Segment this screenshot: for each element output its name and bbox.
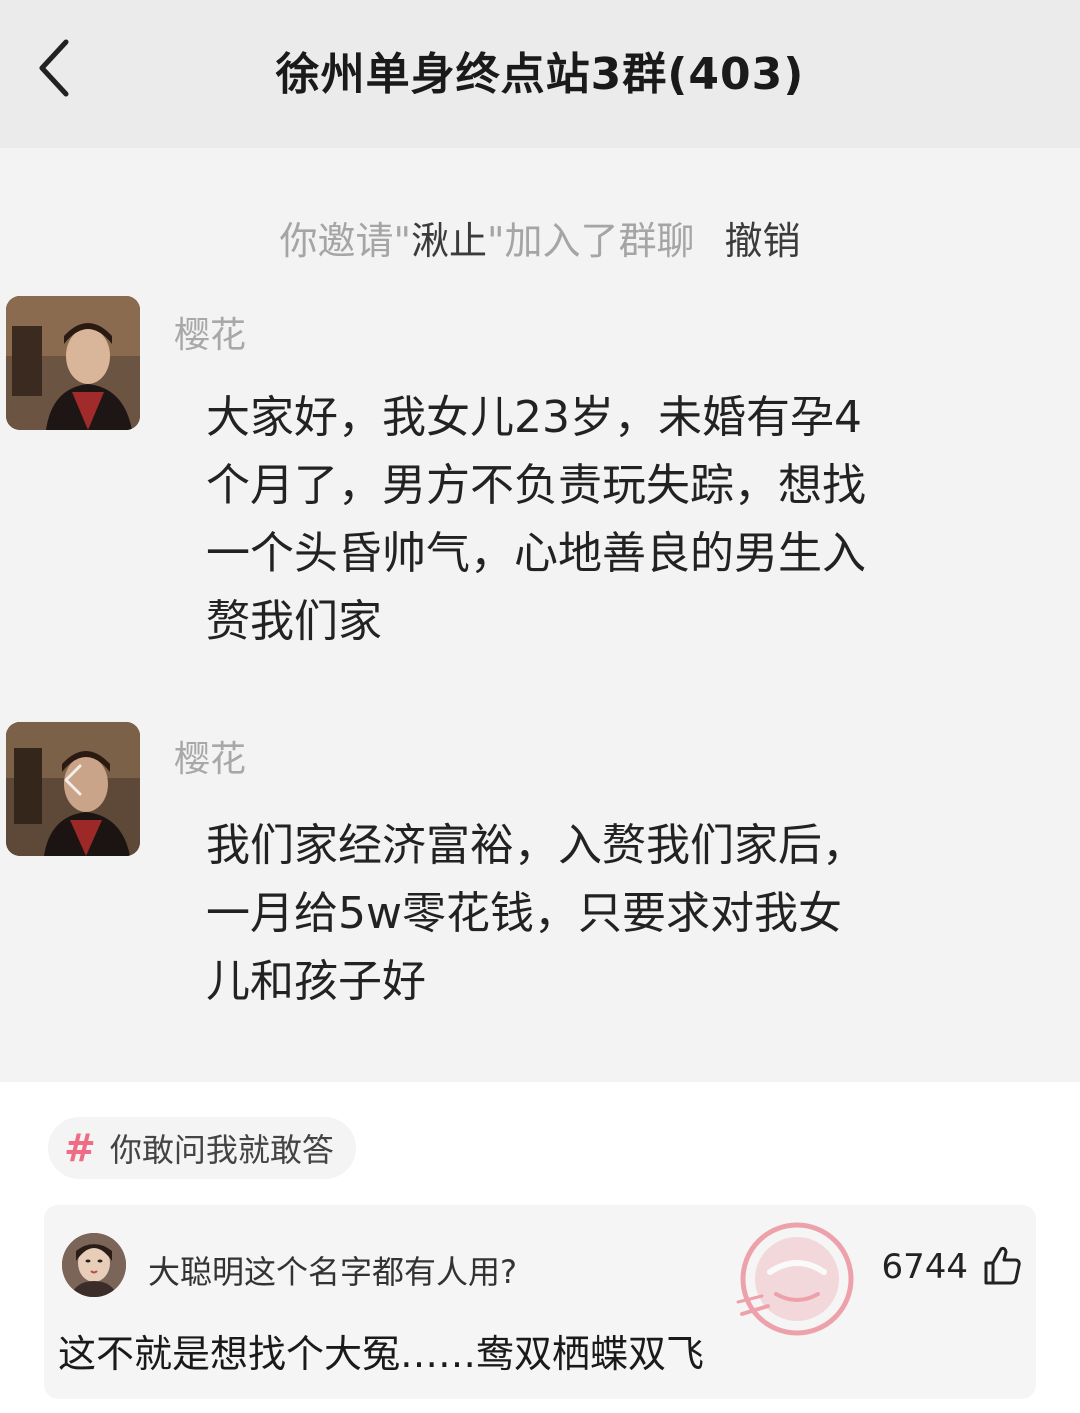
- watermark-seal-graphic: [736, 1222, 854, 1336]
- system-notice: 你邀请"湫止"加入了群聊 撤销: [0, 210, 1080, 265]
- topic-label: 你敢问我就敢答: [109, 1131, 334, 1169]
- sender-avatar[interactable]: [6, 722, 140, 856]
- comment-question: 大聪明这个名字都有人用?: [148, 1253, 517, 1291]
- navigation-bar: 徐州单身终点站3群(403): [0, 0, 1080, 148]
- sender-name: 樱花: [174, 315, 247, 356]
- notice-suffix: "加入了群聊: [487, 219, 695, 263]
- hashtag-icon: #: [64, 1126, 96, 1170]
- like-count: 6744: [881, 1247, 968, 1287]
- topic-tag[interactable]: # 你敢问我就敢答: [48, 1117, 356, 1179]
- sender-avatar[interactable]: [6, 296, 140, 430]
- like-button[interactable]: [980, 1243, 1024, 1287]
- notice-prefix: 你邀请": [279, 219, 411, 263]
- chevron-left-icon: [64, 764, 82, 796]
- sender-name: 樱花: [174, 739, 247, 780]
- comment-answer: 这不就是想找个大冤……鸯双栖蝶双飞: [58, 1332, 705, 1376]
- message-text: 大家好，我女儿23岁，未婚有孕4 个月了，男方不负责玩失踪，想找 一个头昏帅气，…: [206, 392, 866, 647]
- comment-card[interactable]: 大聪明这个名字都有人用? 6744 这不就是想找个大冤……鸯双栖蝶双飞: [44, 1205, 1036, 1399]
- thumbs-up-icon: [984, 1246, 1021, 1285]
- message-text: 我们家经济富裕，入赘我们家后， 一月给5w零花钱，只要求对我女 儿和孩子好: [206, 820, 866, 1007]
- group-chat-title: 徐州单身终点站3群(403): [275, 49, 805, 100]
- commenter-avatar[interactable]: [62, 1233, 126, 1297]
- avatar-photo: [62, 1233, 126, 1297]
- invitee-name[interactable]: 湫止: [411, 219, 487, 263]
- chat-screen: 徐州单身终点站3群(403) 你邀请"湫止"加入了群聊 撤销 樱花 大家好，我女儿…: [0, 0, 1080, 1082]
- revoke-button[interactable]: 撤销: [724, 219, 800, 263]
- avatar-photo: [6, 296, 140, 430]
- watermark-stamp: [732, 1214, 862, 1344]
